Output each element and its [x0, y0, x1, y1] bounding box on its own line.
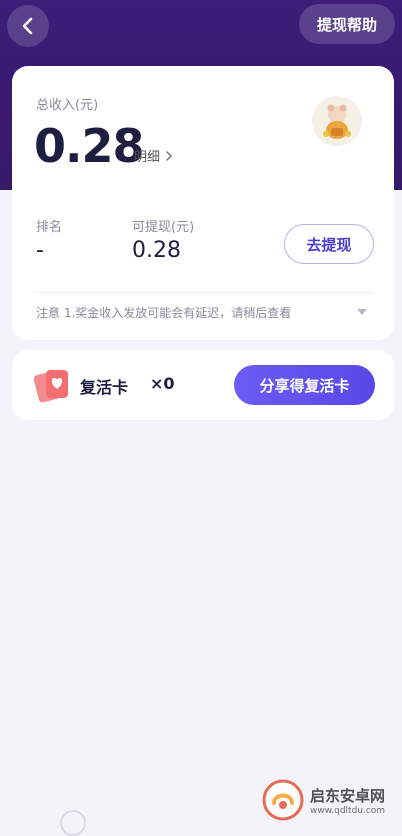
back-arrow-icon [22, 17, 33, 35]
detail-label: 明细 [134, 150, 161, 165]
detail-link[interactable]: 明细 [134, 146, 174, 165]
watermark-logo-icon [262, 779, 304, 821]
avatar-illustration-icon [312, 96, 362, 146]
back-button[interactable] [7, 5, 49, 47]
bottom-indicator [60, 810, 86, 836]
total-income-label: 总收入(元) [36, 98, 99, 113]
notice-text: 注意 1.奖金收入发放可能会有延迟，请稍后查看 [36, 306, 292, 320]
revive-card-title: 复活卡 [80, 378, 129, 397]
withdraw-button[interactable]: 去提现 [284, 224, 374, 264]
revive-card-icon [34, 370, 68, 403]
divider [36, 292, 374, 293]
total-income-amount: 0.28 [34, 119, 144, 173]
earnings-card: 总收入(元) 0.28 明细 排名 - 可提现(元) 0.28 去提现 注意 1… [12, 66, 394, 340]
avatar[interactable] [312, 96, 362, 146]
watermark-url: www.qdltdu.com [310, 805, 386, 816]
caret-down-icon[interactable] [356, 308, 368, 316]
chevron-right-icon [166, 150, 173, 161]
revive-card: 复活卡 ×0 分享得复活卡 [12, 350, 394, 420]
watermark-name: 启东安卓网 [310, 786, 386, 805]
revive-card-count: ×0 [150, 374, 175, 393]
share-revive-button[interactable]: 分享得复活卡 [234, 365, 375, 405]
rank-value: - [36, 238, 44, 263]
available-value: 0.28 [132, 238, 181, 263]
withdraw-help-button[interactable]: 提现帮助 [299, 4, 395, 44]
available-label: 可提现(元) [132, 220, 195, 235]
rank-label: 排名 [36, 220, 63, 235]
watermark: 启东安卓网 www.qdltdu.com [262, 770, 402, 830]
